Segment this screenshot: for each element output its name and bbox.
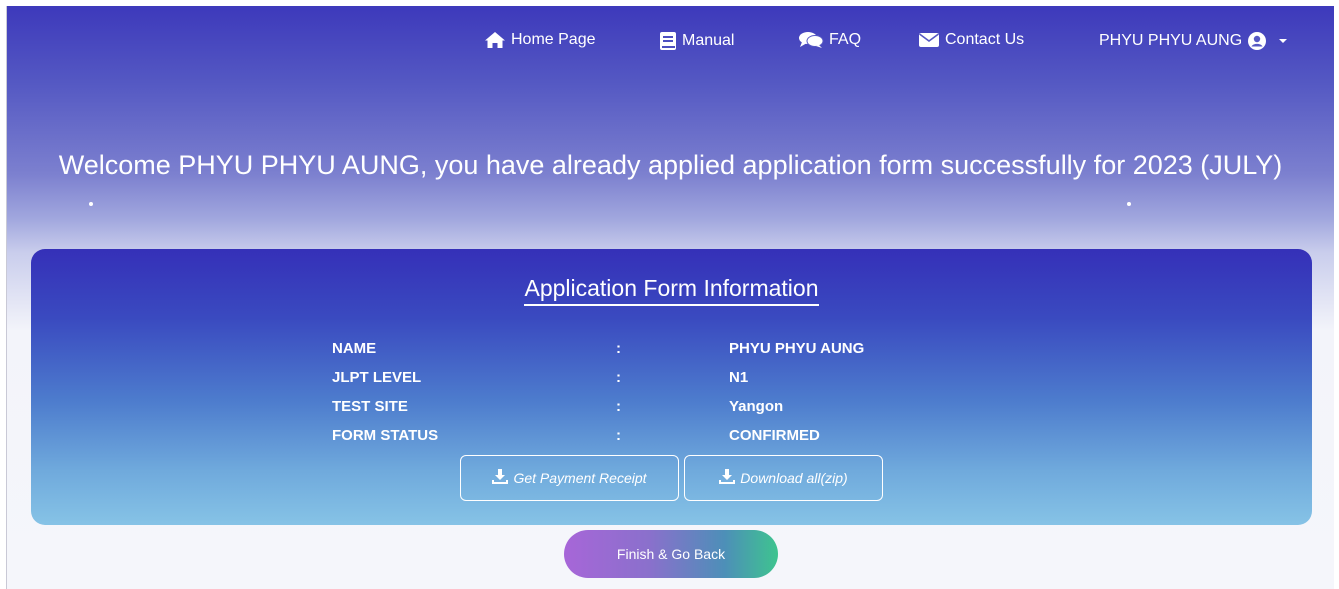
welcome-message: Welcome PHYU PHYU AUNG, you have already…	[58, 150, 1283, 180]
card-title: Application Form Information	[524, 275, 819, 306]
info-label: TEST SITE	[332, 398, 408, 415]
book-icon	[659, 31, 677, 51]
info-value: Yangon	[729, 398, 784, 415]
info-row-test-site: TEST SITE : Yangon	[31, 398, 1312, 422]
info-colon: :	[616, 427, 621, 444]
nav-home-link[interactable]: Home Page	[484, 31, 596, 49]
info-colon: :	[616, 398, 621, 415]
nav-faq-label: FAQ	[829, 31, 862, 48]
nav-faq-link[interactable]: FAQ	[798, 31, 861, 49]
info-colon: :	[616, 340, 621, 357]
info-value: N1	[729, 369, 749, 386]
info-colon: :	[616, 369, 621, 386]
info-label: JLPT LEVEL	[332, 369, 422, 386]
top-nav: Home Page Manual FAQ Contact Us PHYU PHY…	[7, 31, 1334, 61]
download-all-zip-label: Download all(zip)	[740, 470, 848, 486]
info-row-jlpt-level: JLPT LEVEL : N1	[31, 369, 1312, 393]
get-payment-receipt-button[interactable]: Get Payment Receipt	[460, 455, 679, 501]
nav-manual-label: Manual	[682, 32, 735, 49]
card-title-wrap: Application Form Information	[31, 275, 1312, 306]
decorative-dot	[89, 202, 93, 206]
decorative-dot	[1127, 202, 1131, 206]
page-frame: Home Page Manual FAQ Contact Us PHYU PHY…	[6, 6, 1334, 589]
info-value: CONFIRMED	[729, 427, 820, 444]
info-label: NAME	[332, 340, 377, 357]
user-circle-icon	[1247, 31, 1267, 51]
comments-icon	[798, 31, 824, 49]
nav-home-label: Home Page	[511, 31, 596, 48]
chevron-down-icon	[1278, 38, 1288, 44]
info-row-name: NAME : PHYU PHYU AUNG	[31, 340, 1312, 364]
envelope-icon	[918, 32, 940, 48]
nav-contact-label: Contact Us	[945, 31, 1025, 48]
nav-manual-link[interactable]: Manual	[659, 31, 734, 51]
download-all-zip-button[interactable]: Download all(zip)	[684, 455, 883, 501]
home-icon	[484, 31, 506, 49]
hero-background: Home Page Manual FAQ Contact Us PHYU PHY…	[7, 6, 1334, 566]
finish-go-back-label: Finish & Go Back	[616, 546, 726, 562]
info-label: FORM STATUS	[332, 427, 439, 444]
nav-contact-link[interactable]: Contact Us	[918, 31, 1024, 49]
info-value: PHYU PHYU AUNG	[729, 340, 865, 357]
download-icon	[719, 469, 736, 487]
get-payment-receipt-label: Get Payment Receipt	[513, 470, 647, 486]
download-icon	[492, 469, 509, 487]
user-name: PHYU PHYU AUNG	[1099, 32, 1243, 49]
application-info-card: Application Form Information NAME : PHYU…	[31, 249, 1312, 525]
info-row-form-status: FORM STATUS : CONFIRMED	[31, 427, 1312, 451]
finish-go-back-button[interactable]: Finish & Go Back	[564, 530, 778, 578]
user-menu[interactable]: PHYU PHYU AUNG	[1099, 31, 1288, 51]
